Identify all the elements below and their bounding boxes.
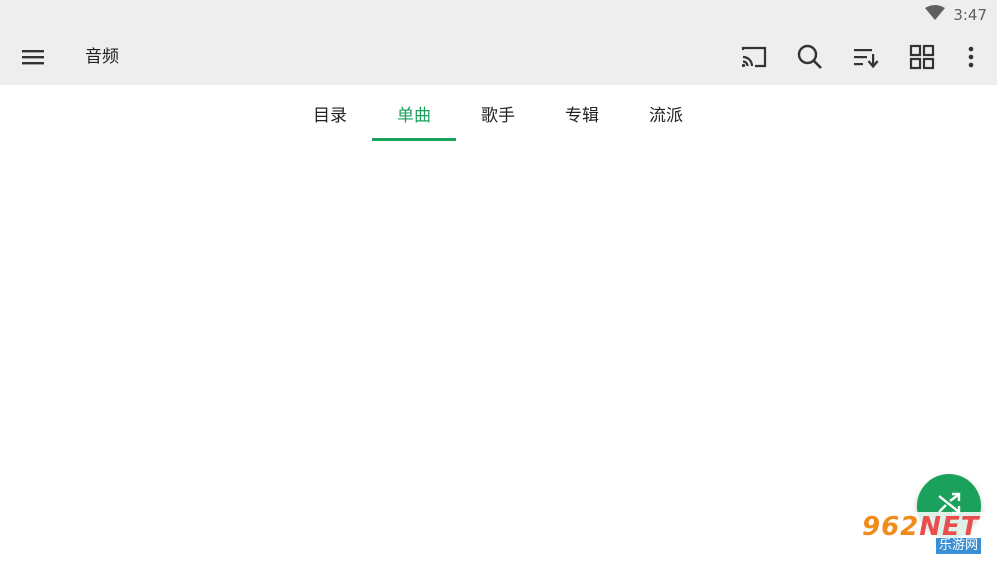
wifi-icon: [925, 5, 946, 25]
tab-label: 单曲: [397, 105, 431, 126]
menu-icon[interactable]: [16, 40, 50, 74]
search-icon[interactable]: [793, 40, 827, 74]
tab-songs[interactable]: 单曲: [372, 85, 456, 141]
tab-albums[interactable]: 专辑: [540, 85, 624, 141]
status-bar: 3:47: [0, 0, 997, 30]
tab-artists[interactable]: 歌手: [456, 85, 540, 141]
tab-label: 专辑: [565, 105, 599, 126]
tab-label: 目录: [313, 105, 347, 126]
tab-label: 流派: [649, 105, 683, 126]
tab-genres[interactable]: 流派: [624, 85, 708, 141]
grid-view-icon[interactable]: [905, 40, 939, 74]
status-time: 3:47: [953, 6, 987, 24]
app-toolbar: 音频: [0, 30, 997, 85]
tab-label: 歌手: [481, 105, 515, 126]
watermark-logo: 962NET 乐游网: [858, 512, 992, 556]
tab-directory[interactable]: 目录: [288, 85, 372, 141]
page-title: 音频: [85, 47, 119, 67]
watermark-number: 962: [862, 512, 920, 542]
watermark-sub: 乐游网: [936, 538, 982, 554]
sort-icon[interactable]: [849, 40, 883, 74]
more-vert-icon[interactable]: [954, 40, 988, 74]
cast-icon[interactable]: [737, 40, 771, 74]
status-indicators: 3:47: [925, 5, 987, 25]
tab-bar: 目录 单曲 歌手 专辑 流派: [288, 85, 708, 141]
